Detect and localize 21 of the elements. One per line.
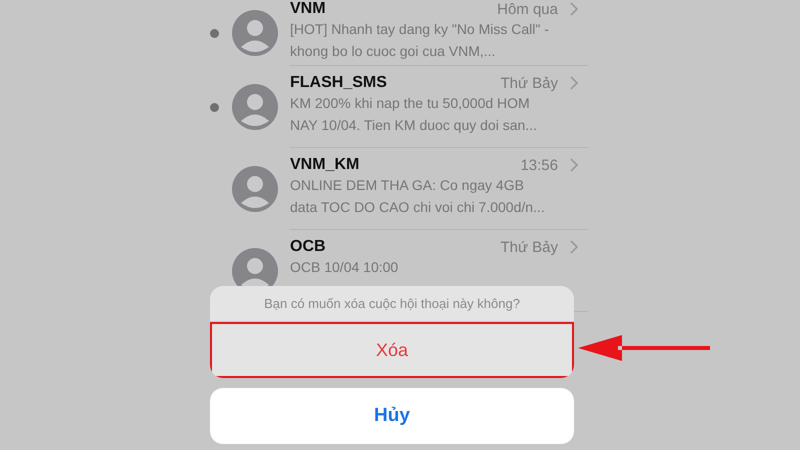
chevron-icon [570, 2, 578, 16]
message-preview: KM 200% khi nap the tu 50,000d HOM NAY 10/04. Tien KM duoc quy doi san... [290, 94, 538, 135]
message-preview: ONLINE DEM THA GA: Co ngay 4GB data TOC DO CAO chi voi chi 7.000d/n... [290, 176, 546, 217]
message-time: Hôm qua [497, 0, 558, 18]
message-time: 13:56 [520, 156, 558, 174]
message-time: Thứ Bảy [500, 74, 558, 92]
sender-name: VNM_KM [290, 156, 360, 174]
avatar-icon [232, 166, 278, 212]
message-time: Thứ Bảy [500, 238, 558, 256]
chevron-icon [570, 158, 578, 172]
avatar-icon [232, 10, 278, 56]
chevron-icon [570, 76, 578, 90]
message-preview: OCB 10/04 10:00 [290, 258, 400, 277]
delete-button[interactable]: Xóa [210, 322, 574, 378]
avatar-icon [232, 84, 278, 130]
message-preview: [HOT] Nhanh tay dang ky "No Miss Call" - khong bo lo cuoc goi cua VNM,... [290, 20, 550, 61]
chevron-icon [570, 240, 578, 254]
sender-name: VNM [290, 0, 327, 18]
sender-name: OCB [290, 238, 327, 256]
cancel-button[interactable]: Hủy [210, 388, 574, 444]
sender-name: FLASH_SMS [290, 74, 388, 92]
